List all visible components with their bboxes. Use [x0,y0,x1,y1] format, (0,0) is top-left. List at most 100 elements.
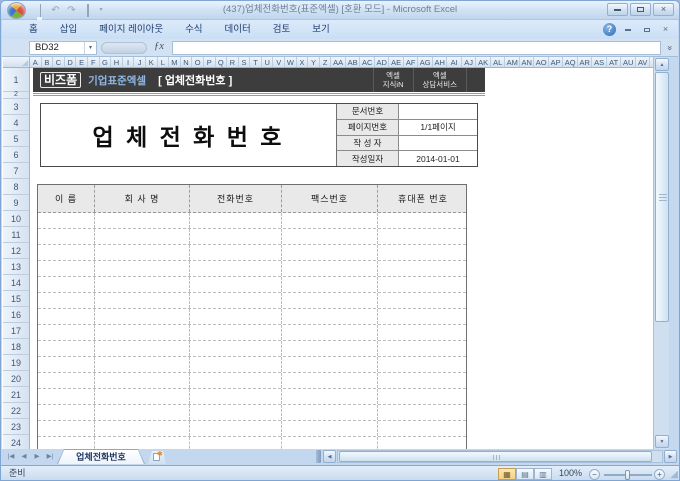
column-header-AP[interactable]: AP [549,57,564,67]
contact-header-cell-2[interactable]: 회 사 명 [95,185,190,212]
column-header-O[interactable]: O [192,57,204,67]
contact-cell[interactable] [282,421,378,436]
contact-cell[interactable] [190,229,282,244]
column-header-L[interactable]: L [158,57,170,67]
column-header-M[interactable]: M [169,57,181,67]
column-header-AL[interactable]: AL [491,57,506,67]
row-header-9[interactable]: 9 [3,195,29,211]
contact-cell[interactable] [190,325,282,340]
row-header-1[interactable]: 1 [3,68,29,92]
normal-view-icon[interactable]: ▦ [498,468,516,480]
info-label-3[interactable]: 작 성 자 [337,135,399,151]
info-label-2[interactable]: 페이지번호 [337,119,399,135]
contact-cell[interactable] [378,357,468,372]
contact-cell[interactable] [378,373,468,388]
workbook-close-button[interactable]: × [658,24,673,36]
column-header-AB[interactable]: AB [346,57,361,67]
row-header-4[interactable]: 4 [3,115,29,131]
row-header-24[interactable]: 24 [3,435,29,449]
column-header-I[interactable]: I [123,57,135,67]
page-break-view-icon[interactable]: ▥ [534,468,552,480]
contact-header-cell-1[interactable]: 이 름 [38,185,95,212]
zoom-out-icon[interactable]: − [589,469,600,480]
contact-cell[interactable] [95,341,190,356]
info-value-4[interactable]: 2014-01-01 [399,151,477,166]
contact-cell[interactable] [190,341,282,356]
contact-cell[interactable] [378,213,468,228]
zoom-in-icon[interactable]: + [654,469,665,480]
column-header-C[interactable]: C [53,57,65,67]
first-sheet-icon[interactable]: |◀ [5,450,17,463]
minimize-button[interactable] [607,3,628,16]
contact-cell[interactable] [190,277,282,292]
office-button[interactable] [7,2,26,19]
contact-cell[interactable] [95,405,190,420]
contact-cell[interactable] [378,421,468,436]
contact-cell[interactable] [95,437,190,449]
ribbon-tab-2[interactable]: 삽입 [49,20,88,39]
contact-cell[interactable] [378,293,468,308]
contact-cell[interactable] [95,277,190,292]
column-header-AG[interactable]: AG [418,57,433,67]
column-header-AT[interactable]: AT [607,57,622,67]
row-header-7[interactable]: 7 [3,163,29,179]
contact-cell[interactable] [190,357,282,372]
row-header-8[interactable]: 8 [3,179,29,195]
row-header-14[interactable]: 14 [3,275,29,291]
column-header-K[interactable]: K [146,57,158,67]
ribbon-tab-6[interactable]: 검토 [262,20,301,39]
restore-button[interactable] [630,3,651,16]
contact-cell[interactable] [38,261,95,276]
contact-cell[interactable] [282,293,378,308]
ribbon-tab-7[interactable]: 보기 [301,20,340,39]
contact-cell[interactable] [378,437,468,449]
column-header-AE[interactable]: AE [389,57,404,67]
scroll-left-icon[interactable]: ◀ [323,450,336,463]
column-header-AN[interactable]: AN [520,57,535,67]
contact-cell[interactable] [378,341,468,356]
contact-cell[interactable] [378,309,468,324]
name-box-dropdown-icon[interactable]: ▾ [84,42,96,54]
contact-header-cell-5[interactable]: 휴대폰 번호 [378,185,468,212]
contact-cell[interactable] [95,293,190,308]
contact-cell[interactable] [282,229,378,244]
contact-cell[interactable] [38,341,95,356]
column-header-AR[interactable]: AR [578,57,593,67]
print-preview-icon[interactable] [81,3,94,17]
contact-cell[interactable] [38,389,95,404]
contact-cell[interactable] [38,357,95,372]
contact-cell[interactable] [378,325,468,340]
horizontal-scrollbar[interactable] [337,450,663,463]
row-header-3[interactable]: 3 [3,99,29,115]
banner-link-1[interactable]: 엑셀 지식iN [372,68,413,92]
row-header-11[interactable]: 11 [3,227,29,243]
contact-cell[interactable] [190,373,282,388]
column-header-V[interactable]: V [273,57,286,67]
horizontal-scrollbar-thumb[interactable] [339,451,652,462]
contact-cell[interactable] [190,293,282,308]
column-header-Y[interactable]: Y [308,57,320,67]
vertical-scrollbar[interactable]: ▲ ▼ [653,57,669,449]
contact-cell[interactable] [378,389,468,404]
column-header-AQ[interactable]: AQ [563,57,578,67]
contact-cell[interactable] [282,213,378,228]
formula-input[interactable] [172,41,661,55]
tab-scrollbar-splitter[interactable] [316,450,321,463]
column-header-E[interactable]: E [76,57,88,67]
scroll-down-icon[interactable]: ▼ [655,435,669,448]
contact-cell[interactable] [378,405,468,420]
insert-worksheet-tab[interactable]: ✱ [148,451,166,464]
contact-cell[interactable] [38,325,95,340]
formula-bar-expand-icon[interactable]: « [662,42,676,54]
contact-cell[interactable] [282,261,378,276]
save-icon[interactable] [33,3,46,33]
contact-cell[interactable] [38,405,95,420]
column-header-S[interactable]: S [239,57,251,67]
contact-cell[interactable] [282,309,378,324]
ribbon-tab-1[interactable]: 홈 [18,20,49,39]
contact-cell[interactable] [38,437,95,449]
scroll-right-icon[interactable]: ▶ [664,450,677,463]
workbook-restore-button[interactable] [639,24,654,36]
name-box[interactable]: BD32 ▾ [29,41,97,55]
contact-cell[interactable] [190,405,282,420]
